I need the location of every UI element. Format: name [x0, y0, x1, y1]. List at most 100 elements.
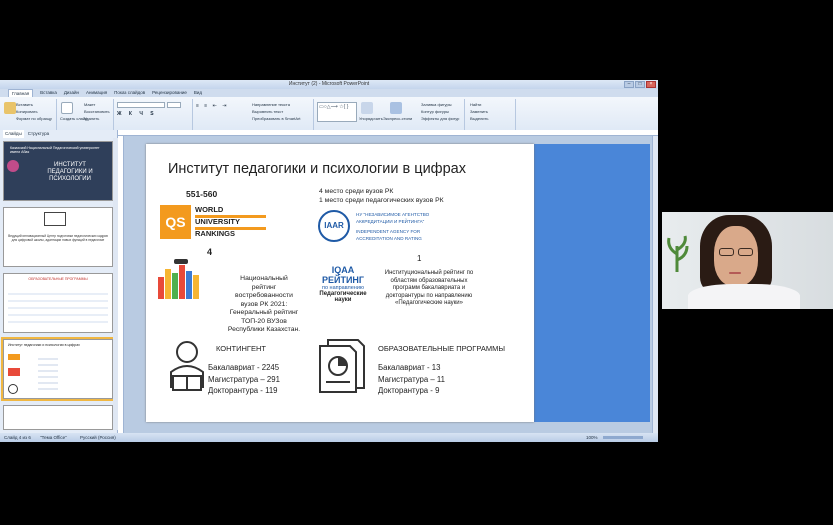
editor-scrollbar[interactable]	[652, 136, 658, 433]
replace-button[interactable]: Заменить	[470, 109, 488, 114]
smartart-button[interactable]: Преобразовать в SmartArt	[252, 116, 301, 121]
tab-animation[interactable]: Анимация	[86, 89, 107, 97]
slides-panel: Слайды Структура Казахский Национальный …	[0, 130, 118, 433]
iqaa-line: «Педагогические науки»	[395, 300, 463, 306]
student-reading-icon	[170, 341, 204, 391]
list-buttons[interactable]: ≡ ≡ ⇤ ⇥	[196, 103, 228, 109]
contingent-item: Докторантура - 119	[208, 386, 278, 395]
shape-effects-button[interactable]: Эффекты для фигур	[421, 116, 459, 121]
font-name-select[interactable]	[117, 102, 165, 108]
slide-editing-area: Институт педагогики и психологии в цифра…	[118, 130, 658, 433]
paste-button[interactable]: Вставить	[16, 102, 33, 107]
contingent-item: Магистратура – 291	[208, 374, 280, 384]
tab-slideshow[interactable]: Показ слайдов	[114, 89, 145, 97]
find-button[interactable]: Найти	[470, 102, 481, 107]
building-icon	[44, 212, 66, 226]
contingent-title: КОНТИНГЕНТ	[216, 344, 266, 353]
align-text-button[interactable]: Выровнять текст	[252, 109, 283, 114]
person-mini-icon	[8, 384, 18, 394]
status-bar: Слайд 4 из 6 "Тема Office" Русский (Росс…	[0, 433, 658, 442]
format-painter-button[interactable]: Формат по образцу	[16, 116, 52, 121]
iqaa-line: Институциональный рейтинг по	[384, 270, 474, 276]
slide-thumbnail-3[interactable]: ОБРАЗОВАТЕЛЬНЫЕ ПРОГРАММЫ	[3, 273, 113, 333]
documents-chart-icon	[319, 339, 365, 393]
screen: Институт (2) - Microsoft PowerPoint – □ …	[0, 0, 833, 525]
national-line: Республики Казахстан.	[227, 326, 301, 333]
language-indicator[interactable]: Русский (Россия)	[80, 433, 116, 442]
qs-mini-icon	[8, 354, 20, 360]
zoom-slider[interactable]	[603, 436, 643, 439]
new-slide-icon[interactable]	[61, 102, 73, 114]
iqaa-logo-text: IQAA	[331, 265, 355, 275]
close-button[interactable]: ×	[646, 81, 656, 88]
copy-button[interactable]: Копировать	[16, 109, 38, 114]
slide-thumbnail-4[interactable]: Институт педагогики и психологии в цифра…	[1, 337, 115, 401]
thumbnail-lines	[38, 354, 58, 394]
ribbon-tabs: Главная Вставка Дизайн Анимация Показ сл…	[0, 89, 658, 97]
qs-line-3: RANKINGS	[195, 229, 236, 238]
national-rank-text: Национальный рейтинг востребованности ву…	[224, 275, 304, 335]
national-rank-number: 4	[207, 247, 213, 257]
programs-title: ОБРАЗОВАТЕЛЬНЫЕ ПРОГРАММЫ	[378, 344, 505, 353]
tab-slides[interactable]: Слайды	[3, 130, 24, 138]
qs-logo-mark: QS	[160, 205, 191, 239]
paste-icon[interactable]	[4, 102, 16, 114]
current-slide[interactable]: Институт педагогики и психологии в цифра…	[146, 144, 534, 422]
window-titlebar: Институт (2) - Microsoft PowerPoint – □ …	[0, 80, 658, 89]
zoom-level[interactable]: 100%	[586, 433, 598, 442]
tab-review[interactable]: Рецензирование	[152, 89, 187, 97]
thumbnail-list	[8, 288, 108, 328]
delete-button[interactable]: Удалить	[84, 116, 99, 121]
thumbnail-header: Казахский Национальный Педагогический ун…	[10, 146, 100, 154]
national-line: Генеральный рейтинг	[229, 309, 299, 316]
slide-thumbnail-2[interactable]: Ведущий инновационный Центр подготовки п…	[3, 207, 113, 267]
iqaa-logo: IQAA РЕЙТИНГ по направлению Педагогическ…	[314, 265, 372, 303]
national-line: ТОП-20 ВУЗов	[241, 317, 287, 325]
minimize-button[interactable]: –	[624, 81, 634, 88]
slide-title[interactable]: Институт педагогики и психологии в цифра…	[168, 161, 466, 177]
theme-name: "Тема Office"	[40, 435, 67, 440]
tab-insert[interactable]: Вставка	[40, 89, 57, 97]
arrange-button[interactable]: Упорядочить	[359, 116, 383, 121]
slide-thumbnail-5[interactable]	[3, 405, 113, 430]
slide-thumbnail-1[interactable]: Казахский Национальный Педагогический ун…	[3, 141, 113, 201]
thumbnail-title: ИНСТИТУТ ПЕДАГОГИКИ И ПСИХОЛОГИИ	[47, 162, 93, 182]
maximize-button[interactable]: □	[635, 81, 645, 88]
thumbnail-title: ОБРАЗОВАТЕЛЬНЫЕ ПРОГРАММЫ	[28, 277, 88, 281]
tab-home[interactable]: Главная	[8, 89, 34, 97]
webcam-video	[662, 212, 833, 309]
iaar-logo: IAAR	[318, 210, 350, 242]
iaar-org-2: АККРЕДИТАЦИИ И РЕЙТИНГА"	[356, 219, 425, 224]
programs-item: Бакалавриат - 13	[378, 363, 441, 372]
iaar-org-4: ACCREDITATION AND RATING	[356, 236, 422, 241]
quick-styles-button[interactable]: Экспресс-стили	[383, 116, 412, 121]
plant-icon	[667, 235, 689, 272]
window-title: Институт (2) - Microsoft PowerPoint	[288, 81, 370, 87]
thumbnail-title: Институт педагогики и психологии в цифра…	[8, 343, 80, 347]
qs-rank: 551-560	[186, 189, 218, 199]
shape-outline-button[interactable]: Контур фигуры	[421, 109, 449, 114]
layout-button[interactable]: Макет	[84, 102, 95, 107]
shapes-gallery[interactable]: ▭○△⟶ ☆{ }	[317, 102, 357, 122]
tab-outline[interactable]: Структура	[28, 130, 49, 138]
shape-fill-button[interactable]: Заливка фигуры	[421, 102, 452, 107]
programs-item: Магистратура – 11	[378, 374, 445, 384]
select-button[interactable]: Выделить	[470, 116, 488, 121]
qs-line-2: UNIVERSITY	[195, 217, 241, 226]
quick-styles-icon[interactable]	[390, 102, 402, 114]
tab-view[interactable]: Вид	[194, 89, 202, 97]
text-direction-button[interactable]: Направление текста	[252, 102, 290, 107]
iqaa-rank-text: Институциональный рейтинг по областям об…	[379, 270, 479, 308]
font-size-select[interactable]	[167, 102, 181, 108]
slide-accent-stripe	[533, 144, 650, 422]
reset-button[interactable]: Восстановить	[84, 109, 110, 114]
tab-design[interactable]: Дизайн	[64, 89, 79, 97]
iaar-org-3: INDEPENDENT AGENCY FOR	[356, 229, 421, 234]
font-format-buttons[interactable]: Ж К Ч S	[117, 111, 157, 117]
arrange-icon[interactable]	[361, 102, 373, 114]
national-line: Национальный	[240, 275, 288, 282]
national-line: востребованности	[235, 292, 293, 299]
qs-logo: QS WORLD UNIVERSITY RANKINGS	[160, 205, 266, 239]
iqaa-line: программ бакалавриата и	[392, 285, 466, 291]
books-chart-icon	[154, 259, 208, 299]
